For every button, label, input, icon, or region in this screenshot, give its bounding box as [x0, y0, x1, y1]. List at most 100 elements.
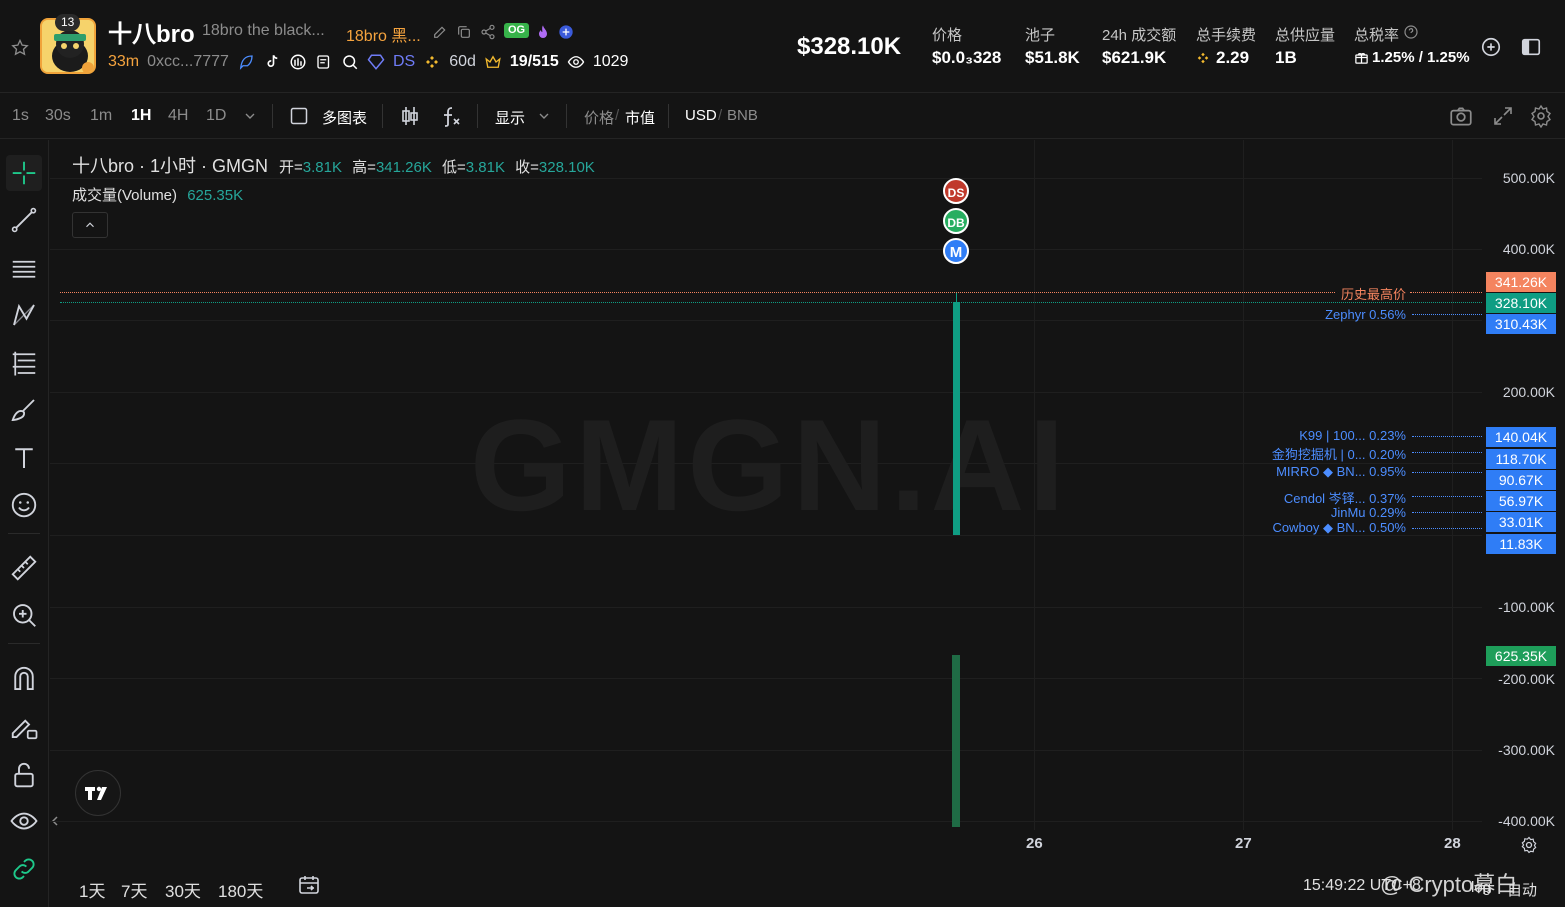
multi-chart-label[interactable]: 多图表	[322, 107, 367, 128]
axis-settings-icon[interactable]	[1518, 834, 1540, 856]
collapse-legend-button[interactable]	[72, 212, 108, 238]
price-tick: -100.00K	[1498, 599, 1555, 615]
date-range-icon[interactable]	[297, 873, 321, 897]
usd-toggle[interactable]: USD	[685, 107, 717, 124]
price-toggle[interactable]: 价格	[584, 107, 614, 128]
notes-icon[interactable]	[315, 53, 333, 71]
camera-icon[interactable]	[1448, 103, 1474, 129]
grid-line	[50, 607, 1482, 608]
sidebar-toggle-icon[interactable]	[1520, 36, 1542, 58]
timeframe-1d[interactable]: 1D	[206, 107, 226, 125]
pencil-lock-icon[interactable]	[6, 709, 42, 745]
holder-line	[1412, 496, 1482, 497]
holder-line	[1412, 314, 1482, 315]
range-1d[interactable]: 1天	[79, 877, 105, 902]
help-icon[interactable]	[1403, 24, 1419, 40]
holder-line	[1412, 436, 1482, 437]
share-icon[interactable]	[480, 24, 496, 40]
ath-axis-label: 341.26K	[1486, 272, 1556, 292]
mcap-toggle[interactable]: 市值	[625, 107, 655, 128]
community-icon[interactable]	[289, 53, 307, 71]
gmgn-watermark: GMGN.AI	[470, 392, 1069, 538]
candle-body[interactable]	[953, 302, 960, 535]
holder-count: 19/515	[509, 53, 559, 70]
toolbar-divider	[382, 104, 383, 128]
holder-axis-label: 90.67K	[1486, 470, 1556, 490]
link-icon[interactable]	[6, 851, 42, 887]
add-alert-icon[interactable]	[1480, 36, 1502, 58]
range-30d[interactable]: 30天	[165, 877, 201, 902]
holder-line-label: MIRRO ◆ BN... 0.95%	[1276, 464, 1406, 479]
price-tick: -400.00K	[1498, 813, 1555, 829]
copy-icon[interactable]	[456, 24, 472, 40]
ruler-icon[interactable]	[6, 550, 42, 586]
timeframe-1s[interactable]: 1s	[12, 107, 29, 125]
marker-m[interactable]: M	[943, 238, 969, 264]
indicators-fx-icon[interactable]	[438, 104, 462, 128]
eye-visibility-icon[interactable]	[6, 803, 42, 839]
fullscreen-icon[interactable]	[1491, 104, 1515, 128]
settings-icon[interactable]	[1529, 104, 1553, 128]
ds-label[interactable]: DS	[393, 53, 415, 71]
stat-pool-label: 池子	[1025, 27, 1056, 44]
grid-line	[1243, 140, 1244, 830]
lock-icon[interactable]	[6, 757, 42, 793]
stat-fees-label: 总手续费	[1196, 27, 1257, 44]
magnet-icon[interactable]	[6, 661, 42, 697]
holder-axis-label: 33.01K	[1486, 512, 1556, 532]
brush-icon[interactable]	[6, 392, 42, 428]
zoom-in-icon[interactable]	[6, 597, 42, 633]
crosshair-icon[interactable]	[6, 155, 42, 191]
volume-bar[interactable]	[952, 655, 960, 827]
timeframe-1m[interactable]: 1m	[90, 107, 112, 125]
high-label: 高=	[352, 159, 376, 176]
pattern-icon[interactable]	[6, 297, 42, 333]
ath-line	[1410, 292, 1482, 293]
holder-line	[1412, 452, 1482, 453]
edit-icon[interactable]	[432, 24, 448, 40]
display-menu[interactable]: 显示	[495, 107, 525, 128]
close-value: 328.10K	[538, 159, 595, 176]
marker-db[interactable]: DB	[943, 208, 969, 234]
stat-fees-value: 2.29	[1216, 48, 1250, 67]
timeframe-1h[interactable]: 1H	[131, 107, 151, 125]
price-tick: -300.00K	[1498, 742, 1555, 758]
holder-line	[1412, 512, 1482, 513]
view-count: 1029	[592, 53, 629, 70]
stat-tax-value: 1.25% / 1.25%	[1372, 49, 1470, 66]
legend-title: 十八bro · 1小时 · GMGN	[72, 156, 269, 176]
time-tick: 28	[1444, 835, 1461, 852]
credit-watermark: @ Crypto幕白	[1380, 872, 1518, 897]
star-icon[interactable]	[10, 38, 30, 58]
stat-supply-value: 1B	[1275, 48, 1297, 67]
emoji-icon[interactable]	[6, 487, 42, 523]
bnb-fee-icon	[1196, 51, 1210, 65]
fib-icon[interactable]	[6, 345, 42, 381]
token-name: 十八bro	[108, 21, 195, 48]
trendline-icon[interactable]	[6, 202, 42, 238]
bnb-toggle[interactable]: BNB	[727, 107, 758, 124]
timeframe-4h[interactable]: 4H	[168, 107, 188, 125]
search-icon[interactable]	[341, 53, 359, 71]
candle-type-icon[interactable]	[398, 104, 422, 128]
tradingview-logo[interactable]	[75, 770, 121, 816]
chevron-down-icon[interactable]	[536, 108, 552, 124]
parallel-lines-icon[interactable]	[6, 250, 42, 286]
marker-ds[interactable]: DS	[943, 178, 969, 204]
range-180d[interactable]: 180天	[218, 877, 263, 902]
close-label: 收=	[515, 159, 539, 176]
volume-value: 625.35K	[187, 187, 244, 204]
chevron-down-icon[interactable]	[242, 108, 258, 124]
stat-supply-label: 总供应量	[1275, 27, 1336, 44]
text-icon[interactable]	[6, 440, 42, 476]
tiktok-icon[interactable]	[263, 53, 281, 71]
ds-icon[interactable]	[367, 53, 385, 71]
sidebar-divider	[8, 643, 40, 644]
stat-volume-value: $621.9K	[1102, 48, 1167, 67]
contract-address[interactable]: 0xcc...7777	[147, 53, 229, 71]
range-7d[interactable]: 7天	[121, 877, 147, 902]
token-age: 33m	[108, 53, 140, 70]
multi-chart-checkbox[interactable]	[289, 106, 309, 126]
timeframe-30s[interactable]: 30s	[45, 107, 71, 125]
feather-icon[interactable]	[237, 53, 255, 71]
